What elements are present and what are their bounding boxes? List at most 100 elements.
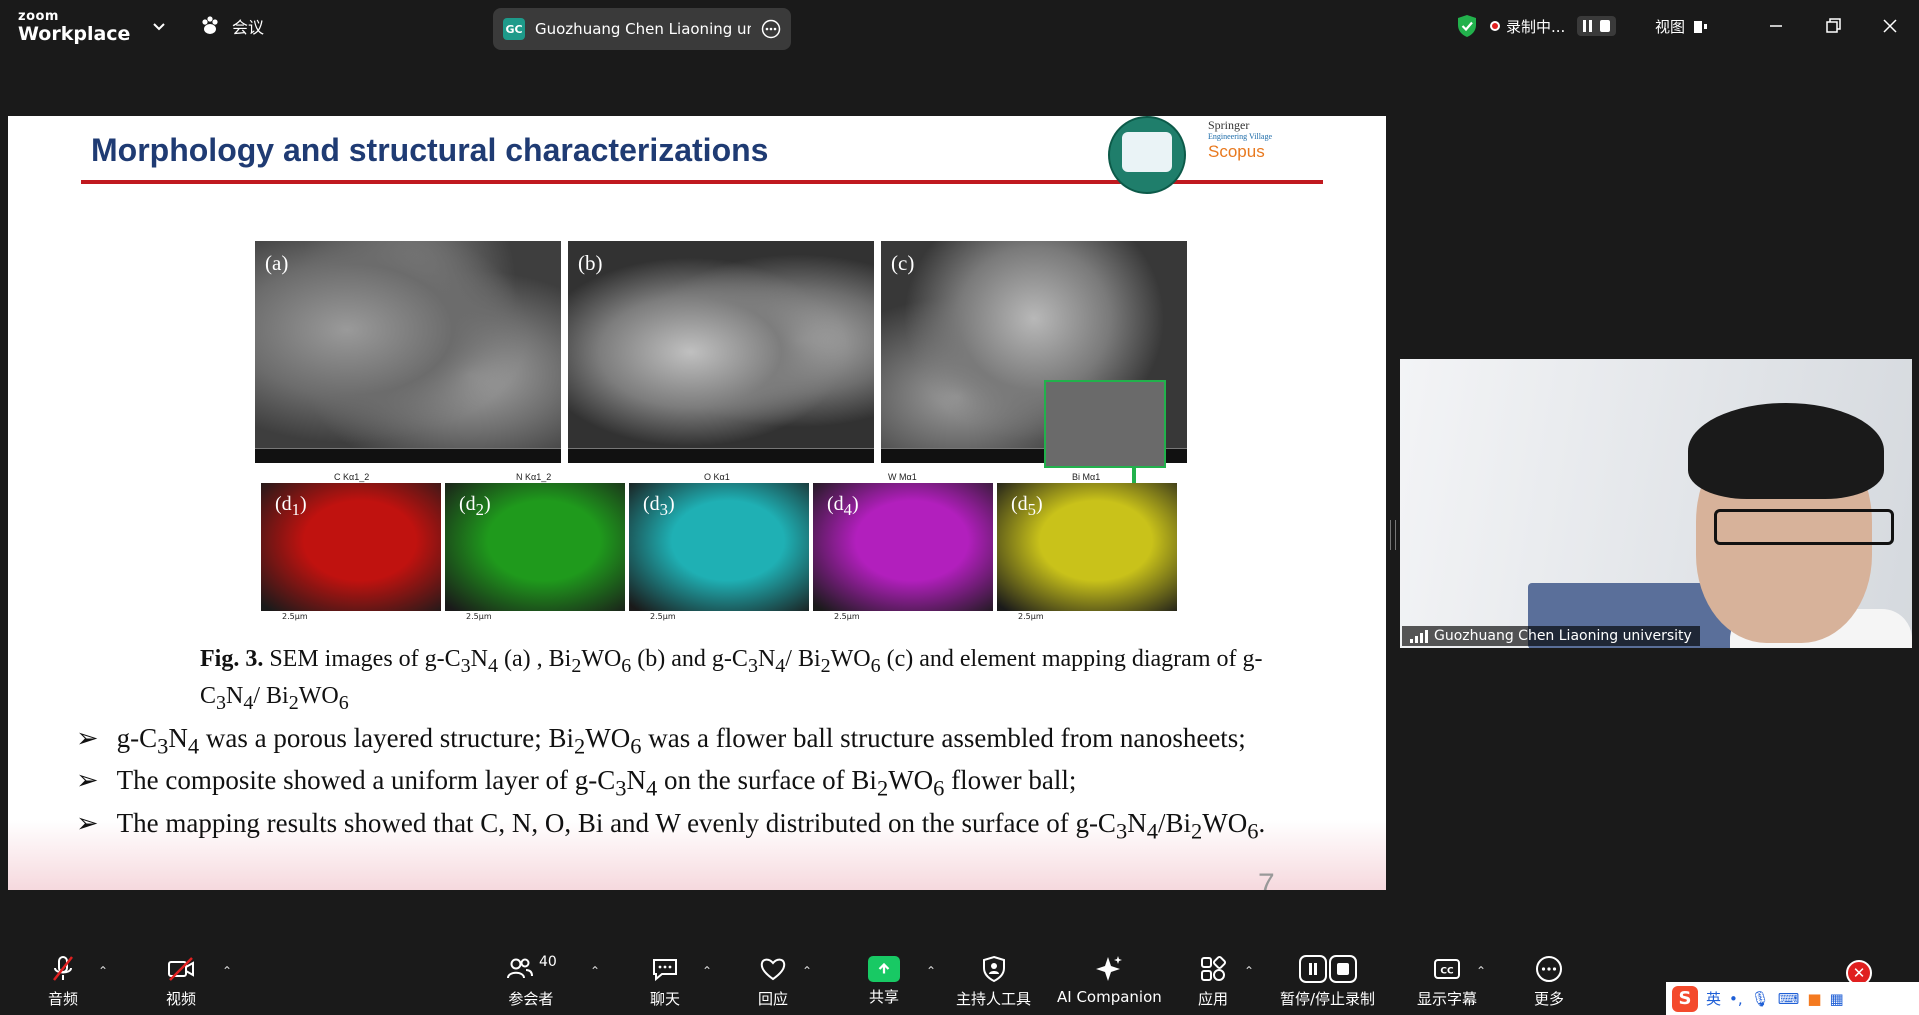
captions-label: 显示字幕 [1417, 990, 1478, 1008]
meeting-toolbar: 音频 ⌃ 视频 ⌃ 40 参会者 ⌃ 聊天 ⌃ 回应 ⌃ 共享 ⌃ 主持人工具 … [0, 946, 1919, 1015]
view-label: 视图 [1655, 18, 1686, 36]
caption-label: Fig. 3. [200, 646, 264, 672]
chat-label: 聊天 [650, 990, 681, 1008]
chat-button[interactable]: 聊天 [650, 954, 680, 1009]
sem-inset-highlight [1044, 380, 1166, 468]
publisher-logos: Springer Engineering Village Scopus [1208, 118, 1272, 162]
bullet-arrow-icon: ➢ [76, 765, 99, 796]
map-label-d5: (d5) [1011, 493, 1043, 519]
pause-stop-icon [1298, 955, 1357, 983]
participants-options-caret[interactable]: ⌃ [590, 964, 600, 978]
video-label: 视频 [166, 990, 197, 1008]
bullet-item: ➢ g-C3N4 was a porous layered structure;… [76, 721, 1265, 763]
active-speaker-pill[interactable]: GC Guozhuang Chen Liaoning univer: [493, 8, 791, 50]
figure-caption: Fig. 3. SEM images of g-C3N4 (a) , Bi2WO… [200, 644, 1300, 718]
pause-stop-recording-button[interactable]: 暂停/停止录制 [1280, 954, 1375, 1009]
map-title-o: O Kα1 [704, 472, 730, 482]
more-button[interactable]: 更多 [1534, 954, 1564, 1009]
sogou-logo-icon: S [1672, 985, 1698, 1012]
zoom-workplace-logo[interactable]: zoom Workplace [18, 10, 130, 44]
map-label-d3: (d3) [643, 493, 675, 519]
host-shield-icon [982, 955, 1005, 983]
participants-button[interactable]: 40 参会者 [505, 954, 557, 1009]
apps-label: 应用 [1198, 990, 1229, 1008]
university-seal-logo [1108, 116, 1186, 194]
engineering-village-logo: Engineering Village [1208, 132, 1273, 142]
element-map-c: (d1) [261, 483, 441, 611]
audio-options-caret[interactable]: ⌃ [98, 964, 108, 978]
restore-icon[interactable] [1823, 16, 1843, 36]
ime-toolbar[interactable]: S 英 •, 🎙 ⌨ ■ ▦ [1666, 982, 1919, 1015]
react-label: 回应 [758, 990, 789, 1008]
ai-companion-button[interactable]: AI Companion [1057, 954, 1162, 1006]
shield-check-icon[interactable] [1456, 14, 1478, 38]
participant-count: 40 [539, 954, 557, 970]
caption-text: SEM images of g-C3N4 (a) , Bi2WO6 (b) an… [200, 646, 1263, 714]
ime-punctuation[interactable]: •, [1729, 990, 1743, 1008]
map-title-bi: Bi Mα1 [1072, 472, 1101, 482]
scopus-logo: Scopus [1208, 141, 1265, 161]
meeting-menu-button[interactable]: 会议 [200, 14, 264, 38]
bullet-text-1: g-C3N4 was a porous layered structure; B… [116, 723, 1246, 759]
recording-controls [1577, 16, 1617, 36]
share-screen-icon [868, 956, 900, 982]
stop-recording-icon[interactable] [1600, 20, 1611, 32]
apps-icon [1201, 955, 1227, 981]
map-title-n: N Kα1_2 [516, 472, 552, 482]
chat-options-caret[interactable]: ⌃ [702, 964, 712, 978]
ime-language[interactable]: 英 [1706, 988, 1721, 1009]
bullet-text-2: The composite showed a uniform layer of … [116, 765, 1077, 801]
view-button[interactable]: 视图 [1655, 16, 1709, 37]
share-options-caret[interactable]: ⌃ [926, 964, 936, 978]
panel-label-b: (b) [578, 251, 603, 275]
apps-button[interactable]: 应用 [1198, 954, 1228, 1009]
ime-toolbox-icon[interactable]: ▦ [1830, 990, 1844, 1008]
more-label: 更多 [1534, 990, 1565, 1008]
heart-icon [760, 958, 786, 981]
recording-label: 录制中... [1506, 17, 1566, 36]
panel-label-a: (a) [265, 251, 289, 275]
participant-video-tile[interactable]: Guozhuang Chen Liaoning university [1400, 359, 1912, 648]
ime-voice-icon[interactable]: 🎙 [1751, 990, 1770, 1008]
ime-skin-icon[interactable]: ■ [1807, 990, 1821, 1008]
recording-dot-icon [1490, 21, 1500, 31]
title-bar: zoom Workplace 会议 GC Guozhuang Chen Liao… [0, 0, 1919, 56]
camera-off-icon [168, 957, 194, 981]
share-button[interactable]: 共享 [868, 954, 900, 1007]
minimize-icon[interactable] [1766, 16, 1786, 36]
scale-bar-d5: 2.5μm [1018, 612, 1044, 621]
more-icon [1536, 956, 1562, 982]
audio-button[interactable]: 音频 [48, 954, 78, 1009]
apps-options-caret[interactable]: ⌃ [1244, 964, 1254, 978]
video-button[interactable]: 视频 [166, 954, 196, 1009]
host-tools-button[interactable]: 主持人工具 [956, 954, 1031, 1009]
element-map-o: (d3) [629, 483, 809, 611]
shared-screen-slide: Morphology and structural characterizati… [8, 116, 1386, 890]
map-title-w: W Mα1 [888, 472, 917, 482]
video-options-caret[interactable]: ⌃ [222, 964, 232, 978]
map-label-d1: (d1) [275, 493, 307, 519]
ai-companion-label: AI Companion [1057, 988, 1162, 1006]
element-map-bi: (d5) [997, 483, 1177, 611]
microphone-muted-icon [53, 956, 73, 981]
logo-big-text: Workplace [18, 23, 131, 45]
panel-resize-handle[interactable] [1390, 520, 1396, 550]
participant-hair [1688, 403, 1884, 499]
logo-small-text: zoom [18, 9, 59, 24]
more-options-icon[interactable] [761, 19, 781, 39]
chevron-down-icon[interactable] [152, 19, 166, 33]
react-button[interactable]: 回应 [758, 954, 788, 1009]
bullet-text-3: The mapping results showed that C, N, O,… [116, 807, 1266, 844]
share-label: 共享 [868, 988, 899, 1006]
ime-keyboard-icon[interactable]: ⌨ [1778, 990, 1800, 1008]
sparkle-icon [1096, 956, 1123, 981]
close-icon[interactable] [1880, 16, 1900, 36]
audio-label: 音频 [48, 990, 79, 1008]
captions-options-caret[interactable]: ⌃ [1476, 964, 1486, 978]
pause-recording-icon[interactable] [1583, 20, 1593, 32]
react-options-caret[interactable]: ⌃ [802, 964, 812, 978]
active-speaker-name: Guozhuang Chen Liaoning univer: [535, 20, 751, 38]
element-map-n: (d2) [445, 483, 625, 611]
captions-button[interactable]: CC 显示字幕 [1417, 954, 1477, 1009]
bullet-item: ➢ The composite showed a uniform layer o… [76, 763, 1265, 805]
